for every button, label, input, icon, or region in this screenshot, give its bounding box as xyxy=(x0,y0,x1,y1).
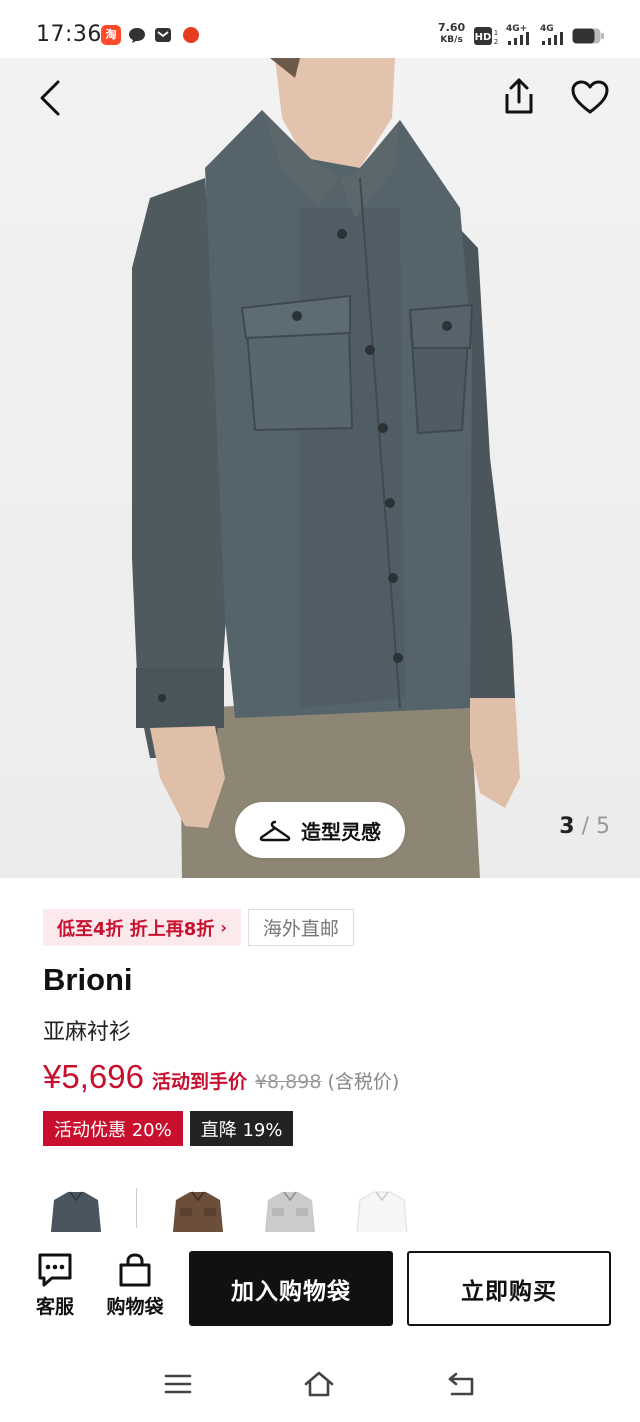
pager-total: 5 xyxy=(596,814,610,839)
network-speed: 7.60 KB/s xyxy=(438,22,465,46)
gallery-pager: 3 / 5 xyxy=(559,814,610,839)
shopping-bag-button[interactable]: 购物袋 xyxy=(102,1252,168,1319)
heart-icon[interactable] xyxy=(568,76,612,120)
battery-icon xyxy=(572,28,604,44)
promo-discount-label: 低至4折 折上再8折 xyxy=(57,918,215,940)
share-icon[interactable] xyxy=(498,76,540,118)
swatch-denim-blue[interactable] xyxy=(44,1182,108,1232)
network-speed-unit: KB/s xyxy=(440,35,463,45)
customer-service-button[interactable]: 客服 xyxy=(32,1252,78,1319)
swatch-divider xyxy=(136,1188,137,1228)
network-speed-value: 7.60 xyxy=(438,21,466,34)
brand-name[interactable]: Brioni xyxy=(43,962,133,998)
price-note: 活动到手价 xyxy=(151,1071,247,1093)
status-time: 17:36 xyxy=(36,22,102,47)
svg-text:1: 1 xyxy=(494,29,498,37)
product-photo xyxy=(132,58,520,878)
customer-service-label: 客服 xyxy=(35,1296,74,1318)
network-1-label: 4G+ xyxy=(506,24,527,34)
back-arrow-icon[interactable] xyxy=(30,78,70,118)
original-price: ¥8,898 xyxy=(254,1071,322,1093)
message-icon xyxy=(129,28,145,43)
product-name: 亚麻衬衫 xyxy=(43,1020,132,1045)
svg-text:HD: HD xyxy=(475,32,492,43)
network-2-label: 4G xyxy=(540,24,554,34)
pager-separator: / xyxy=(581,814,589,839)
signal-icon: 4G+ xyxy=(506,24,529,45)
shopping-bag-label: 购物袋 xyxy=(106,1296,164,1318)
menu-icon[interactable] xyxy=(162,1370,194,1398)
promo-row: 低至4折 折上再8折 › 海外直邮 xyxy=(43,909,354,946)
home-icon[interactable] xyxy=(303,1370,335,1398)
product-gallery[interactable]: 造型灵感 3 / 5 xyxy=(0,58,640,878)
back-nav-icon[interactable] xyxy=(446,1370,478,1398)
chevron-right-icon: › xyxy=(220,918,227,937)
add-to-bag-button[interactable]: 加入购物袋 xyxy=(189,1251,393,1326)
taobao-app-icon: 淘 xyxy=(101,25,121,45)
swatch-brown[interactable] xyxy=(166,1182,230,1232)
mail-icon xyxy=(155,28,171,42)
tax-note: (含税价) xyxy=(327,1071,400,1093)
hanger-icon xyxy=(259,820,291,842)
pager-current: 3 xyxy=(559,814,575,839)
direct-discount-badge: 直降 19% xyxy=(189,1111,294,1146)
price-row: ¥5,696 活动到手价 ¥8,898 (含税价) xyxy=(43,1058,399,1096)
overseas-shipping-tag: 海外直邮 xyxy=(247,909,354,946)
svg-text:2: 2 xyxy=(494,38,498,45)
hd-voice-icon: HD 1 2 xyxy=(474,27,498,45)
color-swatches xyxy=(0,1170,640,1232)
signal-icon: 4G xyxy=(540,24,563,45)
event-discount-badge: 活动优惠 20% xyxy=(43,1111,183,1146)
swatch-light-grey[interactable] xyxy=(258,1182,322,1232)
current-price: ¥5,696 xyxy=(43,1058,144,1095)
shopping-bag-icon xyxy=(119,1253,151,1287)
promo-discount-tag[interactable]: 低至4折 折上再8折 › xyxy=(43,909,241,946)
discount-badges: 活动优惠 20% 直降 19% xyxy=(43,1111,294,1146)
system-navigation-bar xyxy=(0,1340,640,1422)
styling-inspiration-button[interactable]: 造型灵感 xyxy=(235,802,405,858)
chat-bubble-icon xyxy=(38,1253,72,1287)
buy-now-button[interactable]: 立即购买 xyxy=(407,1251,611,1326)
bottom-action-bar: 客服 购物袋 加入购物袋 立即购买 xyxy=(0,1232,640,1340)
app-dot-icon xyxy=(183,27,199,43)
swatch-white[interactable] xyxy=(350,1182,414,1232)
styling-inspiration-label: 造型灵感 xyxy=(301,819,381,844)
